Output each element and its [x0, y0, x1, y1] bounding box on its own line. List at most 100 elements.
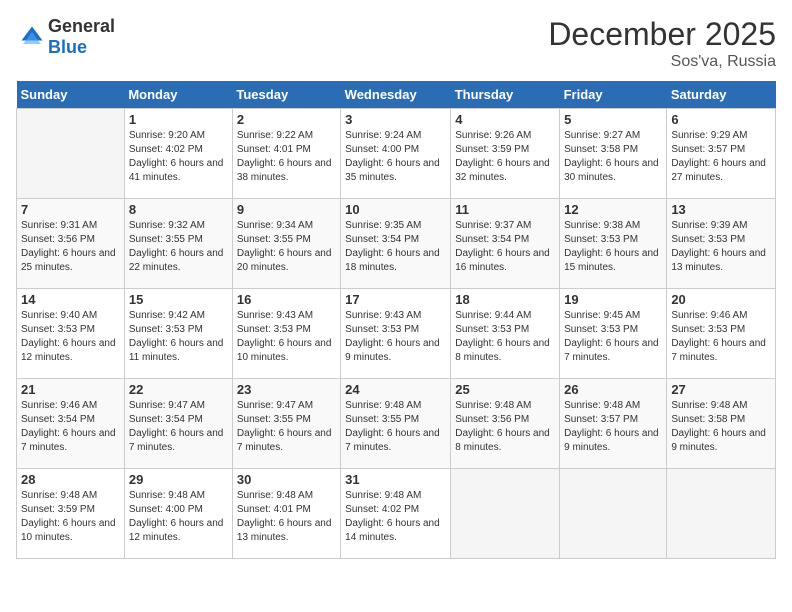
week-row-2: 7 Sunrise: 9:31 AMSunset: 3:56 PMDaylight…	[17, 199, 776, 289]
day-info: Sunrise: 9:29 AMSunset: 3:57 PMDaylight:…	[671, 129, 771, 185]
day-cell: 5Sunrise: 9:27 AMSunset: 3:58 PMDaylight…	[560, 109, 667, 199]
weekday-header-sunday: Sunday	[17, 81, 125, 109]
day-cell	[560, 469, 667, 559]
day-cell: 14Sunrise: 9:40 AMSunset: 3:53 PMDayligh…	[17, 289, 125, 379]
day-info: Sunrise: 9:20 AMSunset: 4:02 PMDaylight:…	[129, 129, 228, 185]
day-cell: 24 Sunrise: 9:48 AMSunset: 3:55 PMDayligh…	[341, 379, 451, 469]
day-number: 24	[345, 382, 446, 397]
day-cell: 21 Sunrise: 9:46 AMSunset: 3:54 PMDayligh…	[17, 379, 125, 469]
week-row-4: 21 Sunrise: 9:46 AMSunset: 3:54 PMDayligh…	[17, 379, 776, 469]
day-number: 26	[564, 382, 662, 397]
calendar-table: SundayMondayTuesdayWednesdayThursdayFrid…	[16, 81, 776, 559]
day-number: 23	[237, 382, 336, 397]
day-cell: 18 Sunrise: 9:44 AMSunset: 3:53 PMDayligh…	[451, 289, 560, 379]
day-info: Sunrise: 9:39 AMSunset: 3:53 PMDaylight:…	[671, 219, 771, 275]
day-cell: 23 Sunrise: 9:47 AMSunset: 3:55 PMDayligh…	[232, 379, 340, 469]
day-info: Sunrise: 9:48 AMSunset: 3:58 PMDaylight:…	[671, 399, 771, 455]
day-cell: 4 Sunrise: 9:26 AMSunset: 3:59 PMDaylight…	[451, 109, 560, 199]
day-info: Sunrise: 9:31 AMSunset: 3:56 PMDaylight:…	[21, 219, 120, 275]
day-cell: 12Sunrise: 9:38 AMSunset: 3:53 PMDayligh…	[560, 199, 667, 289]
day-cell	[17, 109, 125, 199]
day-cell: 16Sunrise: 9:43 AMSunset: 3:53 PMDayligh…	[232, 289, 340, 379]
day-number: 5	[564, 112, 662, 127]
day-number: 3	[345, 112, 446, 127]
day-info: Sunrise: 9:46 AMSunset: 3:53 PMDaylight:…	[671, 309, 771, 365]
logo-general: General	[48, 16, 115, 36]
day-cell: 27 Sunrise: 9:48 AMSunset: 3:58 PMDayligh…	[667, 379, 776, 469]
day-number: 25	[455, 382, 555, 397]
day-info: Sunrise: 9:34 AMSunset: 3:55 PMDaylight:…	[237, 219, 336, 275]
day-number: 28	[21, 472, 120, 487]
day-number: 15	[129, 292, 228, 307]
day-info: Sunrise: 9:48 AMSunset: 3:55 PMDaylight:…	[345, 399, 446, 455]
day-info: Sunrise: 9:47 AMSunset: 3:55 PMDaylight:…	[237, 399, 336, 455]
week-row-5: 28 Sunrise: 9:48 AMSunset: 3:59 PMDayligh…	[17, 469, 776, 559]
day-info: Sunrise: 9:24 AMSunset: 4:00 PMDaylight:…	[345, 129, 446, 185]
day-cell: 17 Sunrise: 9:43 AMSunset: 3:53 PMDayligh…	[341, 289, 451, 379]
day-number: 9	[237, 202, 336, 217]
day-cell: 22Sunrise: 9:47 AMSunset: 3:54 PMDayligh…	[124, 379, 232, 469]
day-info: Sunrise: 9:48 AMSunset: 4:01 PMDaylight:…	[237, 489, 336, 545]
day-number: 2	[237, 112, 336, 127]
day-info: Sunrise: 9:35 AMSunset: 3:54 PMDaylight:…	[345, 219, 446, 275]
day-info: Sunrise: 9:46 AMSunset: 3:54 PMDaylight:…	[21, 399, 120, 455]
weekday-header-friday: Friday	[560, 81, 667, 109]
day-cell: 19 Sunrise: 9:45 AMSunset: 3:53 PMDayligh…	[560, 289, 667, 379]
day-info: Sunrise: 9:48 AMSunset: 3:59 PMDaylight:…	[21, 489, 120, 545]
weekday-header-thursday: Thursday	[451, 81, 560, 109]
day-cell	[451, 469, 560, 559]
day-number: 4	[455, 112, 555, 127]
day-number: 12	[564, 202, 662, 217]
day-cell: 11 Sunrise: 9:37 AMSunset: 3:54 PMDayligh…	[451, 199, 560, 289]
day-cell: 8Sunrise: 9:32 AMSunset: 3:55 PMDaylight…	[124, 199, 232, 289]
weekday-header-monday: Monday	[124, 81, 232, 109]
page-header: GeneralBlue December 2025 Sos'va, Russia	[16, 16, 776, 71]
week-row-1: 1 Sunrise: 9:20 AMSunset: 4:02 PMDaylight…	[17, 109, 776, 199]
day-number: 31	[345, 472, 446, 487]
day-info: Sunrise: 9:43 AMSunset: 3:53 PMDaylight:…	[345, 309, 446, 365]
day-number: 17	[345, 292, 446, 307]
week-row-3: 14Sunrise: 9:40 AMSunset: 3:53 PMDayligh…	[17, 289, 776, 379]
day-cell: 9 Sunrise: 9:34 AMSunset: 3:55 PMDaylight…	[232, 199, 340, 289]
day-number: 10	[345, 202, 446, 217]
day-cell: 30 Sunrise: 9:48 AMSunset: 4:01 PMDayligh…	[232, 469, 340, 559]
day-cell: 2Sunrise: 9:22 AMSunset: 4:01 PMDaylight…	[232, 109, 340, 199]
day-number: 21	[21, 382, 120, 397]
day-number: 14	[21, 292, 120, 307]
logo-icon	[18, 23, 46, 51]
day-info: Sunrise: 9:43 AMSunset: 3:53 PMDaylight:…	[237, 309, 336, 365]
day-number: 30	[237, 472, 336, 487]
day-cell: 13 Sunrise: 9:39 AMSunset: 3:53 PMDayligh…	[667, 199, 776, 289]
day-cell: 10 Sunrise: 9:35 AMSunset: 3:54 PMDayligh…	[341, 199, 451, 289]
weekday-header-saturday: Saturday	[667, 81, 776, 109]
day-number: 13	[671, 202, 771, 217]
day-info: Sunrise: 9:48 AMSunset: 4:02 PMDaylight:…	[345, 489, 446, 545]
day-info: Sunrise: 9:37 AMSunset: 3:54 PMDaylight:…	[455, 219, 555, 275]
day-info: Sunrise: 9:45 AMSunset: 3:53 PMDaylight:…	[564, 309, 662, 365]
day-info: Sunrise: 9:47 AMSunset: 3:54 PMDaylight:…	[129, 399, 228, 455]
day-cell: 3 Sunrise: 9:24 AMSunset: 4:00 PMDaylight…	[341, 109, 451, 199]
logo-newline: Blue	[48, 37, 115, 58]
day-info: Sunrise: 9:44 AMSunset: 3:53 PMDaylight:…	[455, 309, 555, 365]
day-info: Sunrise: 9:48 AMSunset: 3:56 PMDaylight:…	[455, 399, 555, 455]
month-title: December 2025	[548, 16, 776, 53]
day-number: 11	[455, 202, 555, 217]
day-cell: 1 Sunrise: 9:20 AMSunset: 4:02 PMDaylight…	[124, 109, 232, 199]
day-number: 1	[129, 112, 228, 127]
day-cell: 31 Sunrise: 9:48 AMSunset: 4:02 PMDayligh…	[341, 469, 451, 559]
day-number: 27	[671, 382, 771, 397]
day-info: Sunrise: 9:26 AMSunset: 3:59 PMDaylight:…	[455, 129, 555, 185]
weekday-header-row: SundayMondayTuesdayWednesdayThursdayFrid…	[17, 81, 776, 109]
day-cell: 15Sunrise: 9:42 AMSunset: 3:53 PMDayligh…	[124, 289, 232, 379]
day-cell: 7 Sunrise: 9:31 AMSunset: 3:56 PMDaylight…	[17, 199, 125, 289]
day-cell: 28 Sunrise: 9:48 AMSunset: 3:59 PMDayligh…	[17, 469, 125, 559]
day-number: 8	[129, 202, 228, 217]
day-number: 20	[671, 292, 771, 307]
day-number: 7	[21, 202, 120, 217]
day-cell: 26Sunrise: 9:48 AMSunset: 3:57 PMDayligh…	[560, 379, 667, 469]
day-number: 19	[564, 292, 662, 307]
day-cell: 20 Sunrise: 9:46 AMSunset: 3:53 PMDayligh…	[667, 289, 776, 379]
logo: GeneralBlue	[16, 16, 115, 58]
logo-text: GeneralBlue	[48, 16, 115, 58]
day-number: 18	[455, 292, 555, 307]
